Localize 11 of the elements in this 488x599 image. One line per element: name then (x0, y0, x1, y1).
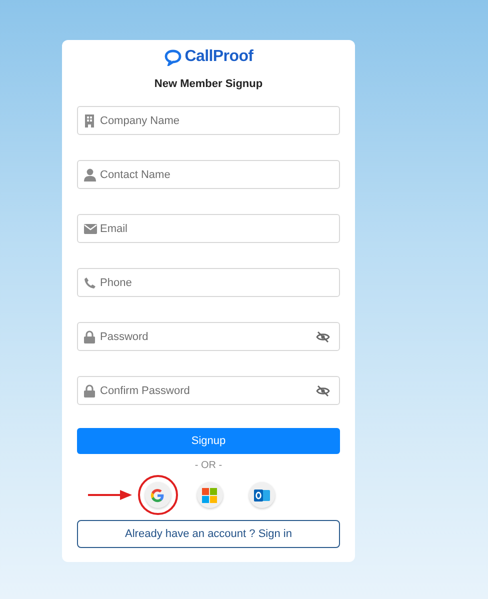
input-field[interactable]: Email (77, 214, 340, 243)
input-field[interactable]: Phone (77, 268, 340, 297)
input-field[interactable]: Company Name (77, 106, 340, 135)
input-field[interactable]: Password (77, 322, 340, 351)
signup-button[interactable]: Signup (77, 428, 340, 454)
sign-in-link-button[interactable]: Already have an account ? Sign in (77, 520, 340, 548)
input-field[interactable]: Contact Name (77, 160, 340, 189)
form-title: New Member Signup (153, 78, 264, 90)
brand-name: CallProof (184, 48, 254, 66)
input-field[interactable]: Confirm Password (77, 376, 340, 405)
separator-label: - OR - (194, 460, 224, 471)
